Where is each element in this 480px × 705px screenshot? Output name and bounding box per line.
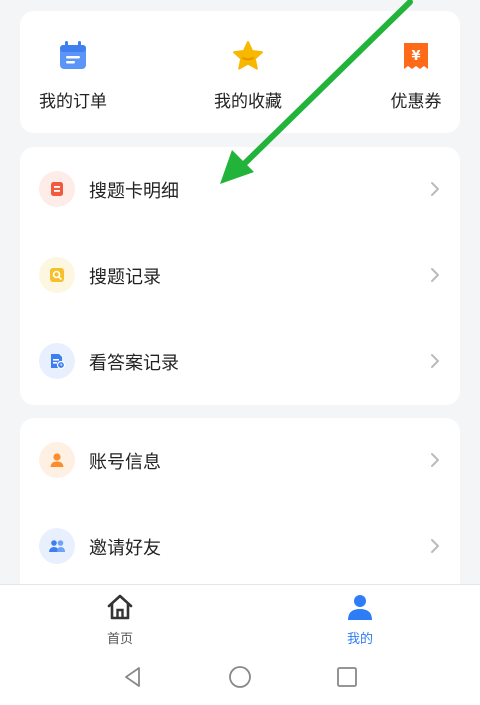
search-menu-card: 搜题卡明细 搜题记录 看答案记录 [20,147,460,405]
chevron-right-icon [431,182,439,196]
quick-actions-card: 我的订单 我的收藏 ¥ 优惠券 [20,11,460,133]
tab-mine-label: 我的 [346,632,373,647]
tab-mine[interactable]: 我的 [320,593,400,647]
my-orders-button[interactable]: 我的订单 [18,39,128,112]
tab-home[interactable]: 首页 [80,593,160,647]
chevron-right-icon [431,539,439,553]
account-info-row[interactable]: 账号信息 [20,418,460,504]
answer-record-label: 看答案记录 [89,353,179,374]
person-icon [348,595,372,620]
my-favorites-label: 我的收藏 [214,92,282,112]
calendar-order-icon [60,41,86,69]
back-icon[interactable] [121,665,145,689]
star-icon [233,41,263,70]
coupon-glyph: ¥ [411,49,420,64]
card-detail-icon [39,171,75,207]
chevron-right-icon [431,453,439,467]
my-favorites-button[interactable]: 我的收藏 [193,39,303,112]
search-record-row[interactable]: 搜题记录 [20,233,460,319]
chevron-right-icon [431,354,439,368]
recents-square-icon[interactable] [335,665,359,689]
coupons-button[interactable]: ¥ 优惠券 [361,39,471,112]
home-icon [107,594,133,620]
search-record-label: 搜题记录 [89,267,161,288]
tab-home-label: 首页 [106,632,133,647]
chevron-right-icon [431,268,439,282]
bottom-tab-bar: 首页 我的 [0,584,480,648]
account-info-label: 账号信息 [89,452,161,473]
friends-icon [39,528,75,564]
card-detail-label: 搜题卡明细 [89,181,179,202]
user-icon [39,442,75,478]
answer-record-row[interactable]: 看答案记录 [20,319,460,405]
my-orders-label: 我的订单 [39,92,107,112]
search-record-icon [39,257,75,293]
invite-friends-label: 邀请好友 [89,538,161,559]
system-navigation-bar [0,648,480,705]
card-detail-row[interactable]: 搜题卡明细 [20,147,460,233]
coupon-yuan-icon: ¥ [404,43,428,69]
invite-friends-row[interactable]: 邀请好友 [20,504,460,590]
answer-record-icon [39,343,75,379]
coupons-label: 优惠券 [390,92,442,112]
home-circle-icon[interactable] [228,665,252,689]
